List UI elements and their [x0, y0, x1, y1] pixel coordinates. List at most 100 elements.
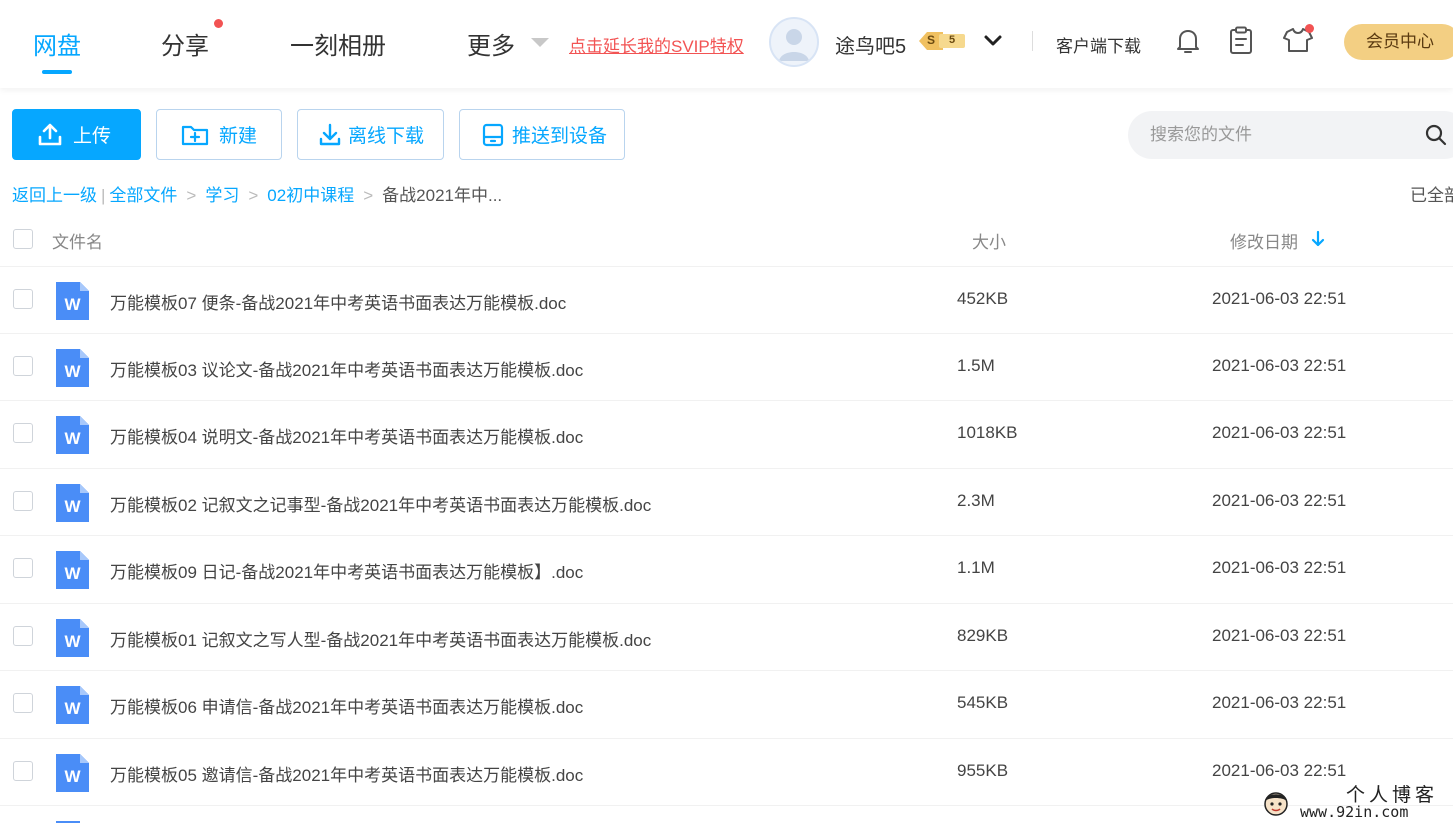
loaded-status: 已全部	[1410, 186, 1453, 205]
search-input[interactable]	[1150, 111, 1410, 159]
column-header-size[interactable]: 大小	[972, 228, 1006, 253]
table-row[interactable]	[0, 805, 1453, 823]
svip-renew-link[interactable]: 点击延长我的SVIP特权	[569, 32, 744, 57]
word-doc-icon: W	[56, 416, 89, 454]
breadcrumb-current-folder: 备战2021年中...	[382, 186, 503, 205]
tab-album[interactable]: 一刻相册	[290, 26, 386, 61]
clipboard-icon[interactable]	[1228, 26, 1254, 56]
file-modified-date: 2021-06-03 22:51	[1212, 761, 1347, 780]
table-row[interactable]: W 万能模板04 说明文-备战2021年中考英语书面表达万能模板.doc 101…	[0, 400, 1453, 467]
chevron-down-icon[interactable]	[982, 30, 1004, 52]
new-folder-icon	[181, 125, 209, 145]
row-checkbox[interactable]	[13, 423, 33, 443]
word-doc-icon: W	[56, 551, 89, 589]
cartoon-face-logo-icon	[1264, 791, 1288, 816]
blog-watermark: 个人博客 www.92in.com	[1262, 782, 1453, 823]
offline-download-button[interactable]: 离线下载	[297, 109, 444, 160]
client-download-link[interactable]: 客户端下载	[1056, 32, 1141, 57]
new-folder-button[interactable]: 新建	[156, 109, 282, 160]
search-icon[interactable]	[1424, 123, 1448, 147]
upload-button[interactable]: 上传	[12, 109, 141, 160]
username[interactable]: 途鸟吧5	[835, 30, 906, 59]
file-name[interactable]: 万能模板02 记叙文之记事型-备战2021年中考英语书面表达万能模板.doc	[110, 491, 651, 516]
file-size: 829KB	[957, 626, 1009, 645]
word-doc-icon: W	[56, 484, 89, 522]
file-name[interactable]: 万能模板09 日记-备战2021年中考英语书面表达万能模板】.doc	[110, 558, 583, 583]
file-name[interactable]: 万能模板05 邀请信-备战2021年中考英语书面表达万能模板.doc	[110, 761, 583, 786]
tshirt-notification-dot	[1305, 24, 1314, 33]
file-name[interactable]: 万能模板06 申请信-备战2021年中考英语书面表达万能模板.doc	[110, 693, 583, 718]
row-checkbox[interactable]	[13, 558, 33, 578]
svip-badge-s: S	[927, 33, 936, 47]
file-modified-date: 2021-06-03 22:51	[1212, 423, 1347, 442]
file-name[interactable]: 万能模板04 说明文-备战2021年中考英语书面表达万能模板.doc	[110, 423, 583, 448]
file-size: 452KB	[957, 289, 1009, 308]
offline-download-label: 离线下载	[348, 126, 425, 147]
file-name[interactable]: 万能模板01 记叙文之写人型-备战2021年中考英语书面表达万能模板.doc	[110, 626, 651, 651]
row-checkbox[interactable]	[13, 289, 33, 309]
breadcrumb-all-files[interactable]: 全部文件	[109, 186, 177, 205]
file-modified-date: 2021-06-03 22:51	[1212, 356, 1347, 375]
svg-text:W: W	[64, 362, 81, 381]
word-doc-icon: W	[56, 282, 89, 320]
file-size: 1.5M	[957, 356, 995, 375]
file-size: 1.1M	[957, 558, 995, 577]
column-header-name[interactable]: 文件名	[52, 228, 103, 253]
word-doc-icon: W	[56, 754, 89, 792]
breadcrumb-back-link[interactable]: 返回上一级	[12, 186, 97, 205]
svg-text:W: W	[64, 632, 81, 651]
row-checkbox[interactable]	[13, 626, 33, 646]
breadcrumb-divider: |	[101, 186, 106, 205]
row-checkbox[interactable]	[13, 693, 33, 713]
default-user-icon	[779, 29, 809, 61]
word-doc-icon: W	[56, 349, 89, 387]
push-to-device-button[interactable]: 推送到设备	[459, 109, 625, 160]
file-modified-date: 2021-06-03 22:51	[1212, 289, 1347, 308]
table-row[interactable]: W 万能模板03 议论文-备战2021年中考英语书面表达万能模板.doc 1.5…	[0, 333, 1453, 400]
row-checkbox[interactable]	[13, 761, 33, 781]
tab-share[interactable]: 分享	[161, 26, 209, 61]
sort-desc-arrow-icon[interactable]	[1311, 230, 1325, 248]
avatar[interactable]	[769, 17, 819, 67]
table-row[interactable]: W 万能模板05 邀请信-备战2021年中考英语书面表达万能模板.doc 955…	[0, 738, 1453, 805]
breadcrumb: 返回上一级 | 全部文件 > 学习 >02初中课程 > 备战2021年中...	[12, 181, 502, 206]
file-name[interactable]: 万能模板03 议论文-备战2021年中考英语书面表达万能模板.doc	[110, 356, 583, 381]
breadcrumb-separator-icon: >	[186, 186, 197, 205]
table-row[interactable]: W 万能模板01 记叙文之写人型-备战2021年中考英语书面表达万能模板.doc…	[0, 603, 1453, 670]
file-modified-date: 2021-06-03 22:51	[1212, 558, 1347, 577]
table-row[interactable]: W 万能模板06 申请信-备战2021年中考英语书面表达万能模板.doc 545…	[0, 670, 1453, 737]
svg-text:W: W	[64, 564, 81, 583]
svg-text:W: W	[64, 295, 81, 314]
watermark-url: www.92in.com	[1300, 802, 1409, 821]
file-size: 2.3M	[957, 491, 995, 510]
upload-label: 上传	[73, 126, 112, 147]
file-name[interactable]: 万能模板07 便条-备战2021年中考英语书面表达万能模板.doc	[110, 289, 566, 314]
breadcrumb-study[interactable]: 学习	[205, 186, 239, 205]
table-row[interactable]: W 万能模板02 记叙文之记事型-备战2021年中考英语书面表达万能模板.doc…	[0, 468, 1453, 535]
active-tab-indicator	[42, 70, 72, 74]
table-row[interactable]: W 万能模板07 便条-备战2021年中考英语书面表达万能模板.doc 452K…	[0, 266, 1453, 333]
share-notification-dot	[214, 19, 223, 28]
table-row[interactable]: W 万能模板09 日记-备战2021年中考英语书面表达万能模板】.doc 1.1…	[0, 535, 1453, 602]
word-doc-icon: W	[56, 619, 89, 657]
more-dropdown-icon[interactable]	[531, 38, 549, 47]
row-checkbox[interactable]	[13, 491, 33, 511]
top-navigation: 网盘 分享 一刻相册 更多 点击延长我的SVIP特权 途鸟吧5 S 5 客户端下…	[0, 0, 1453, 88]
breadcrumb-separator-icon: >	[363, 186, 374, 205]
breadcrumb-middle-school[interactable]: 02初中课程	[267, 186, 354, 205]
watermark-title: 个人博客	[1346, 783, 1439, 806]
file-size: 1018KB	[957, 423, 1018, 442]
nav-divider	[1032, 31, 1033, 51]
search-box	[1128, 111, 1453, 159]
select-all-checkbox[interactable]	[13, 229, 33, 249]
svip-badge-icon	[919, 32, 965, 50]
upload-icon	[38, 123, 62, 145]
member-center-button[interactable]: 会员中心	[1344, 24, 1453, 60]
row-checkbox[interactable]	[13, 356, 33, 376]
svg-text:W: W	[64, 497, 81, 516]
file-size: 955KB	[957, 761, 1009, 780]
bell-icon[interactable]	[1175, 27, 1201, 55]
column-header-modified[interactable]: 修改日期	[1230, 228, 1298, 253]
tab-more[interactable]: 更多	[467, 26, 515, 61]
tab-netdisk[interactable]: 网盘	[33, 26, 81, 61]
